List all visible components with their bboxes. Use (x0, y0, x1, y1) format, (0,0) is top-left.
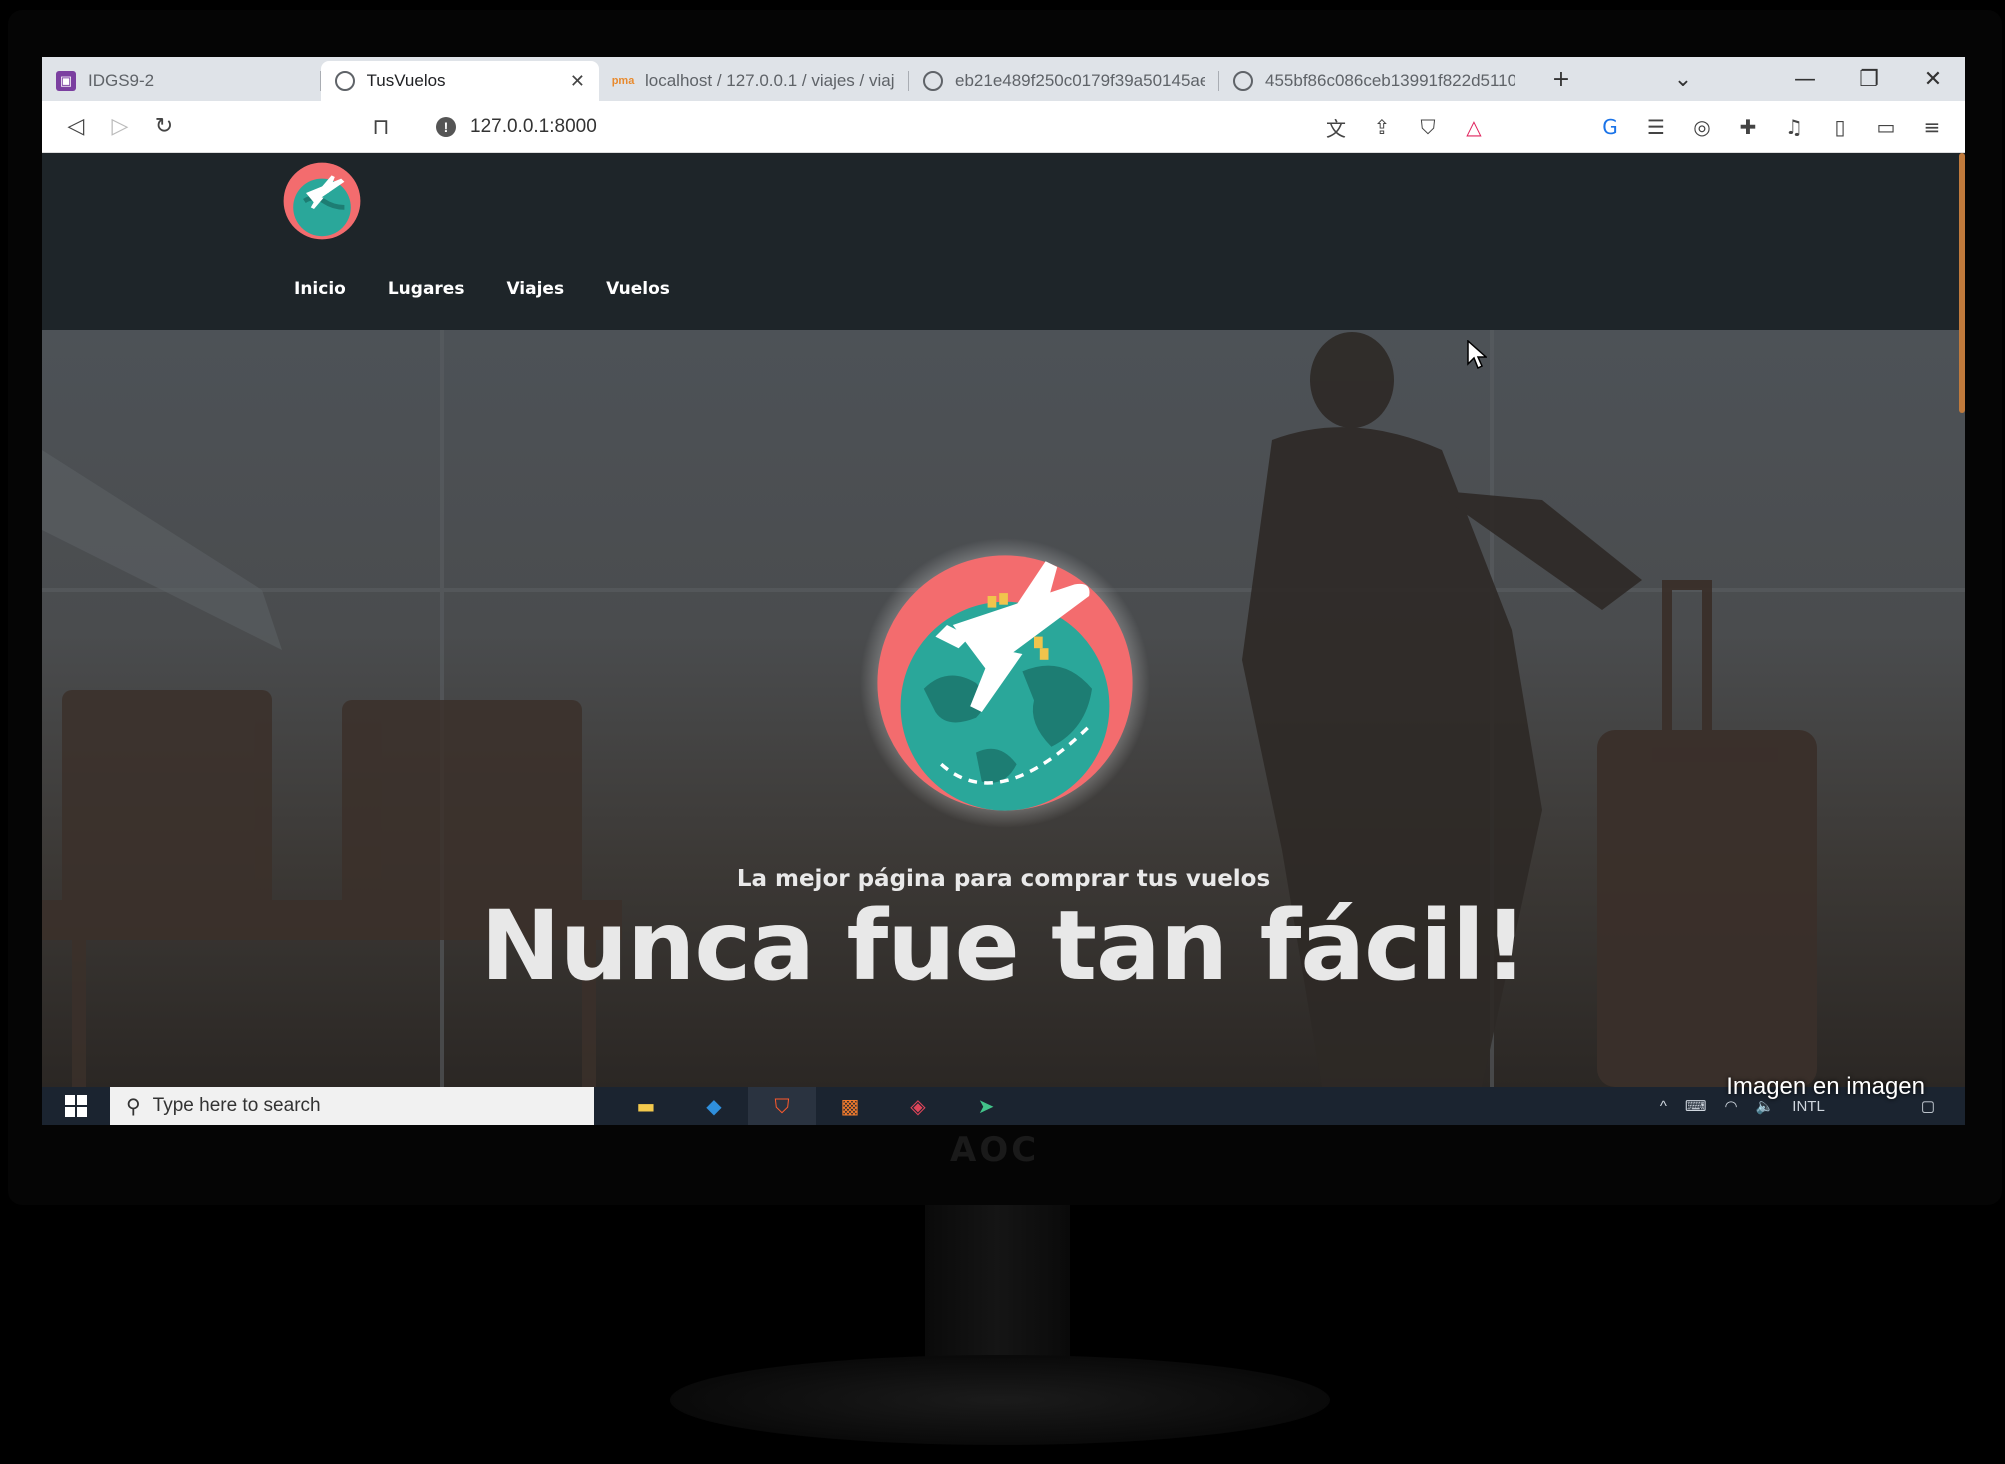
bookmark-icon[interactable]: ⊓ (366, 107, 396, 147)
monitor-stand-base (670, 1355, 1330, 1445)
nav-vuelos[interactable]: Vuelos (606, 279, 670, 299)
site-nav: Inicio Lugares Viajes Vuelos (294, 279, 670, 299)
hero-section: La mejor página para comprar tus vuelos … (42, 330, 1965, 1087)
close-tab-icon[interactable]: ✕ (570, 71, 585, 92)
translate-icon[interactable]: 文 (1313, 113, 1359, 142)
minimize-button[interactable]: — (1773, 67, 1837, 92)
list-extension-icon[interactable]: ☰ (1633, 115, 1679, 139)
tab-hash-1[interactable]: eb21e489f250c0179f39a50145ae (909, 61, 1219, 101)
hero-globe-plane-logo (860, 538, 1150, 828)
xampp-icon[interactable]: ▩ (816, 1087, 884, 1125)
wallet-icon[interactable]: ▭ (1863, 115, 1909, 139)
monitor-screen: ▣ IDGS9-2 TusVuelos ✕ pma localhost / 12… (42, 57, 1965, 1125)
triangle-icon[interactable]: △ (1451, 115, 1497, 139)
tab-tusvuelos[interactable]: TusVuelos ✕ (320, 61, 599, 101)
tab-search-button[interactable]: ⌄ (1593, 67, 1773, 92)
tab-hash-2[interactable]: 455bf86c086ceb13991f822d5110 (1219, 61, 1529, 101)
tab-phpmyadmin[interactable]: pma localhost / 127.0.0.1 / viajes / via… (599, 61, 909, 101)
globe-icon (334, 71, 355, 91)
tab-title: TusVuelos (366, 71, 446, 90)
browser-tab-strip: ▣ IDGS9-2 TusVuelos ✕ pma localhost / 12… (42, 57, 1965, 101)
forward-icon[interactable]: ▷ (98, 107, 142, 147)
site-info-icon[interactable]: ! (436, 116, 456, 137)
nav-viajes[interactable]: Viajes (506, 279, 564, 299)
taskbar-search-box[interactable]: ⚲ Type here to search (110, 1087, 594, 1125)
hero-title: Nunca fue tan fácil! (480, 890, 1527, 1002)
nav-inicio[interactable]: Inicio (294, 279, 346, 299)
nav-lugares[interactable]: Lugares (388, 279, 465, 299)
windows-taskbar: ⚲ Type here to search ▬ ◆ ⛉ ▩ ◈ ➤ ^ ⌨ ◠ … (42, 1087, 1965, 1125)
keyboard-icon[interactable]: ⌨ (1685, 1097, 1707, 1115)
tusvuelos-logo[interactable] (282, 161, 362, 241)
file-explorer-icon[interactable]: ▬ (612, 1087, 680, 1125)
media-icon[interactable]: ♫ (1771, 115, 1817, 139)
search-icon: ⚲ (126, 1095, 141, 1118)
address-text[interactable]: 127.0.0.1:8000 (470, 116, 597, 138)
brave-browser-icon[interactable]: ⛉ (748, 1087, 816, 1125)
hero-subtitle: La mejor página para comprar tus vuelos (736, 866, 1271, 892)
globe-icon (1233, 71, 1253, 91)
close-window-button[interactable]: ✕ (1901, 67, 1965, 92)
back-icon[interactable]: ◁ (54, 107, 98, 147)
share-icon[interactable]: ⇪ (1359, 115, 1405, 139)
taskbar-search-placeholder: Type here to search (152, 1095, 321, 1116)
google-translate-extension-icon[interactable]: G (1587, 115, 1633, 139)
window-controls: + ⌄ — ❐ ✕ (1529, 57, 1965, 101)
picture-in-picture-label: Imagen en imagen (1726, 1073, 1925, 1100)
web-page: Inicio Lugares Viajes Vuelos La mejor pá… (42, 153, 1965, 1087)
terminal-icon[interactable]: ➤ (952, 1087, 1020, 1125)
restore-button[interactable]: ❐ (1837, 67, 1901, 92)
tab-title: eb21e489f250c0179f39a50145ae (955, 71, 1205, 90)
page-scrollbar[interactable] (1959, 153, 1965, 413)
address-bar[interactable]: ⊓ ! 127.0.0.1:8000 (366, 107, 597, 147)
globe-icon (923, 71, 943, 91)
shield-icon[interactable]: ⛉ (1405, 115, 1451, 139)
chevron-up-icon[interactable]: ^ (1660, 1098, 1667, 1115)
menu-icon[interactable]: ≡ (1909, 115, 1955, 139)
coin-extension-icon[interactable]: ◎ (1679, 115, 1725, 139)
browser-toolbar: ◁ ▷ ↻ ⊓ ! 127.0.0.1:8000 文 ⇪ ⛉ △ G ☰ ◎ ✚… (42, 101, 1965, 153)
site-header: Inicio Lugares Viajes Vuelos (42, 153, 1965, 330)
mouse-cursor-icon (1467, 340, 1487, 370)
vscode-icon[interactable]: ◆ (680, 1087, 748, 1125)
toolbar-actions: 文 ⇪ ⛉ △ G ☰ ◎ ✚ ♫ ▯ ▭ ≡ (1313, 101, 1955, 153)
tab-idgs9-2[interactable]: ▣ IDGS9-2 (42, 61, 321, 101)
tab-title: IDGS9-2 (88, 71, 155, 90)
teams-icon: ▣ (56, 71, 76, 91)
taskbar-apps: ▬ ◆ ⛉ ▩ ◈ ➤ (612, 1087, 1020, 1125)
new-tab-button[interactable]: + (1529, 67, 1593, 92)
git-icon[interactable]: ◈ (884, 1087, 952, 1125)
reload-icon[interactable]: ↻ (142, 107, 186, 147)
tab-title: localhost / 127.0.0.1 / viajes / viajes (645, 71, 895, 90)
phpmyadmin-icon: pma (611, 75, 635, 87)
windows-start-icon[interactable] (42, 1087, 110, 1125)
tab-title: 455bf86c086ceb13991f822d5110 (1265, 71, 1515, 90)
extensions-puzzle-icon[interactable]: ✚ (1725, 115, 1771, 139)
sidebar-icon[interactable]: ▯ (1817, 115, 1863, 139)
monitor-brand-logo: AOC (950, 1130, 1040, 1170)
